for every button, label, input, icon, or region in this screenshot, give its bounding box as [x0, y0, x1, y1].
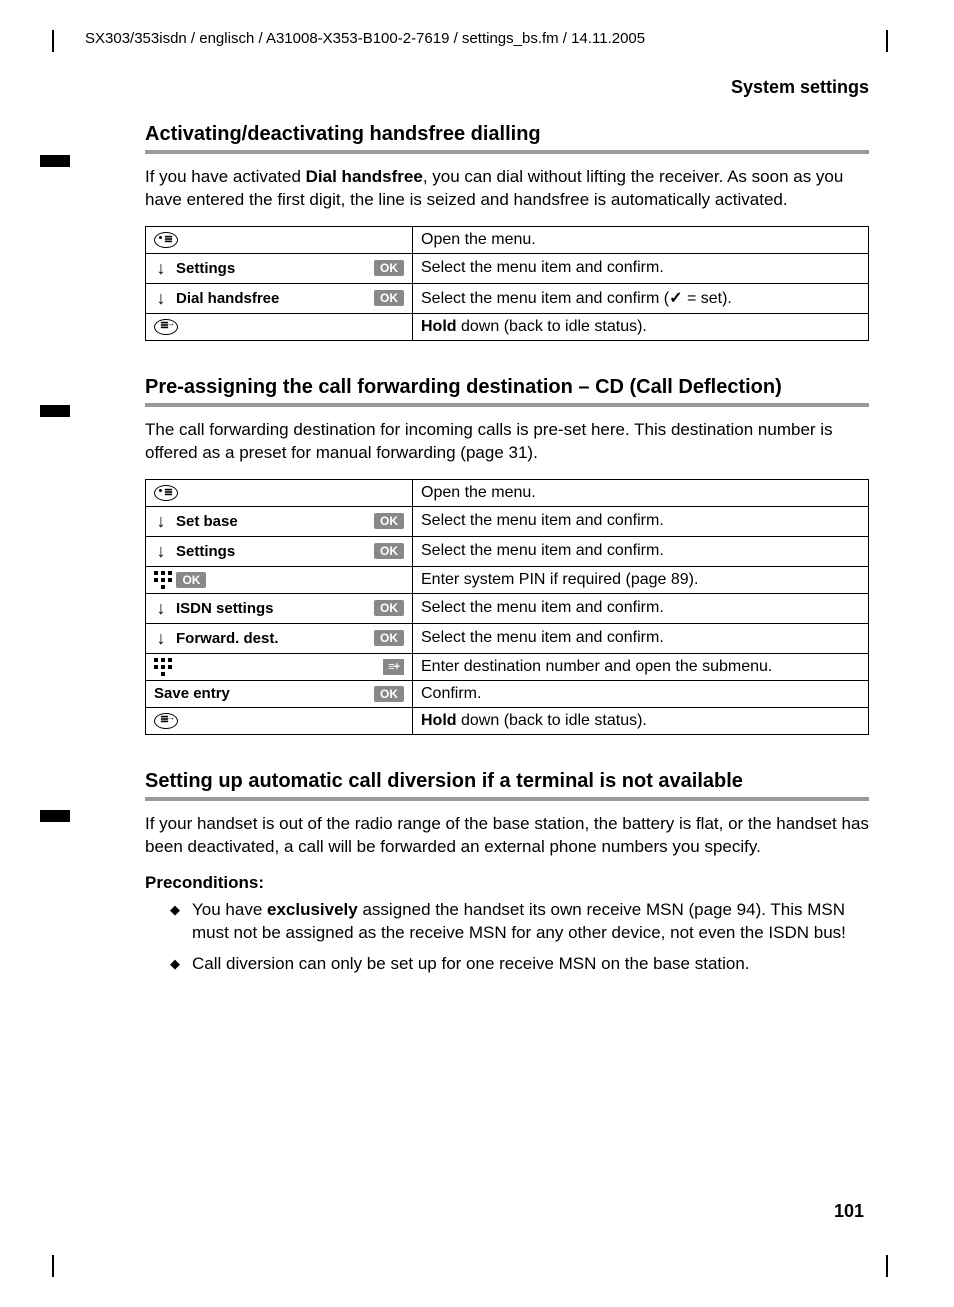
section-label: System settings — [55, 77, 869, 98]
ok-chip: OK — [176, 572, 206, 588]
end-key-icon — [154, 319, 178, 335]
menu-item-label: Settings — [176, 543, 235, 560]
header-path: SX303/353isdn / englisch / A31008-X353-B… — [55, 30, 869, 47]
end-key-icon — [154, 713, 178, 729]
ok-chip: OK — [374, 290, 404, 306]
table-row: ↓ ISDN settings OK Select the menu item … — [146, 593, 869, 623]
menu-item-label: Save entry — [154, 685, 230, 702]
keypad-icon — [154, 658, 172, 676]
menu-item-label: Settings — [176, 260, 235, 277]
check-icon: ✓ — [669, 288, 682, 308]
preconditions-label: Preconditions: — [145, 873, 869, 893]
table-row: Open the menu. — [146, 479, 869, 506]
s1-heading: Activating/deactivating handsfree dialli… — [145, 123, 869, 146]
table-row: Hold down (back to idle status). — [146, 313, 869, 340]
table-row: Hold down (back to idle status). — [146, 707, 869, 734]
arrow-down-icon: ↓ — [154, 288, 168, 309]
s3-intro: If your handset is out of the radio rang… — [145, 813, 869, 859]
table-row: ↓ Settings OK Select the menu item and c… — [146, 536, 869, 566]
ok-chip: OK — [374, 600, 404, 616]
arrow-down-icon: ↓ — [154, 258, 168, 279]
divider — [145, 403, 869, 407]
ok-chip: OK — [374, 513, 404, 529]
table-row: ↓ Settings OK Select the menu item and c… — [146, 253, 869, 283]
menu-key-icon — [154, 232, 178, 248]
ok-chip: OK — [374, 543, 404, 559]
table-row: ↓ Forward. dest. OK Select the menu item… — [146, 623, 869, 653]
list-item: You have exclusively assigned the handse… — [170, 899, 869, 945]
ok-chip: OK — [374, 260, 404, 276]
table-row: OK Enter system PIN if required (page 89… — [146, 566, 869, 593]
table-row: ≡+ Enter destination number and open the… — [146, 653, 869, 680]
table-row: ↓ Set base OK Select the menu item and c… — [146, 506, 869, 536]
s2-intro: The call forwarding destination for inco… — [145, 419, 869, 465]
menu-key-icon — [154, 485, 178, 501]
s1-intro: If you have activated Dial handsfree, yo… — [145, 166, 869, 212]
page-number: 101 — [834, 1201, 864, 1222]
divider — [145, 150, 869, 154]
menu-item-label: Set base — [176, 513, 238, 530]
arrow-down-icon: ↓ — [154, 541, 168, 562]
preconditions-list: You have exclusively assigned the handse… — [145, 899, 869, 976]
menu-item-label: Forward. dest. — [176, 630, 279, 647]
keypad-icon — [154, 571, 172, 589]
arrow-down-icon: ↓ — [154, 598, 168, 619]
arrow-down-icon: ↓ — [154, 511, 168, 532]
divider — [145, 797, 869, 801]
table-row: Save entry OK Confirm. — [146, 680, 869, 707]
menu-item-label: Dial handsfree — [176, 290, 279, 307]
s2-steps-table: Open the menu. ↓ Set base OK Select the … — [145, 479, 869, 735]
table-row: ↓ Dial handsfree OK Select the menu item… — [146, 283, 869, 313]
ok-chip: OK — [374, 686, 404, 702]
arrow-down-icon: ↓ — [154, 628, 168, 649]
menu-item-label: ISDN settings — [176, 600, 274, 617]
table-row: Open the menu. — [146, 226, 869, 253]
submenu-chip: ≡+ — [383, 659, 404, 675]
s1-steps-table: Open the menu. ↓ Settings OK Select the … — [145, 226, 869, 341]
s2-heading: Pre-assigning the call forwarding destin… — [145, 376, 869, 399]
list-item: Call diversion can only be set up for on… — [170, 953, 869, 976]
ok-chip: OK — [374, 630, 404, 646]
s3-heading: Setting up automatic call diversion if a… — [145, 770, 869, 793]
